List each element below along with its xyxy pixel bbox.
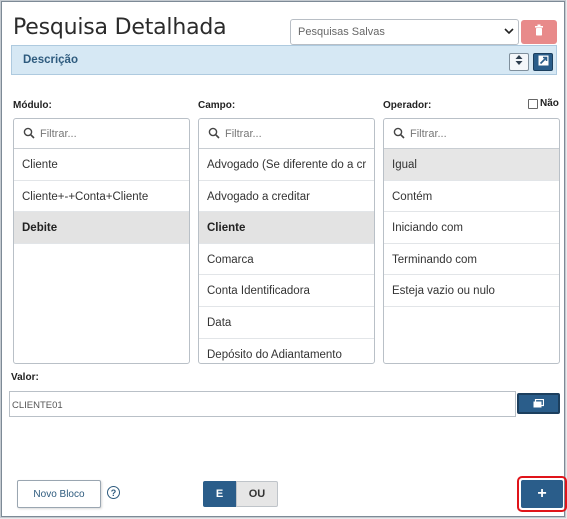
nao-checkbox[interactable]: Não xyxy=(528,98,559,109)
list-item[interactable]: Iniciando com xyxy=(384,212,559,244)
trash-icon xyxy=(534,23,544,41)
list-item-selected[interactable]: Debite xyxy=(14,212,189,244)
page-title: Pesquisa Detalhada xyxy=(13,15,227,40)
search-icon xyxy=(23,127,35,139)
campo-filter-input[interactable] xyxy=(225,125,365,143)
campo-list: Advogado (Se diferente do a cr Advogado … xyxy=(198,118,375,364)
saved-searches-value: Pesquisas Salvas xyxy=(298,26,385,38)
list-item[interactable]: Comarca xyxy=(199,244,374,276)
nao-checkbox-label: Não xyxy=(540,98,559,109)
detailed-search-panel: Pesquisa Detalhada Pesquisas Salvas Desc… xyxy=(1,1,567,517)
modulo-filter xyxy=(14,119,189,149)
and-toggle-button[interactable]: E xyxy=(203,481,236,507)
expand-icon xyxy=(538,53,549,71)
list-item[interactable]: Terminando com xyxy=(384,244,559,276)
description-bar: Descrição xyxy=(11,45,557,75)
list-item[interactable]: Esteja vazio ou nulo xyxy=(384,275,559,307)
or-toggle-button[interactable]: OU xyxy=(236,481,278,507)
list-item[interactable]: Advogado a creditar xyxy=(199,181,374,213)
saved-searches-select[interactable]: Pesquisas Salvas xyxy=(290,19,519,45)
campo-filter xyxy=(199,119,374,149)
operador-filter xyxy=(384,119,559,149)
list-item[interactable]: Cliente+-+Conta+Cliente xyxy=(14,181,189,213)
delete-saved-search-button[interactable] xyxy=(521,20,557,44)
search-icon xyxy=(208,127,220,139)
list-item[interactable]: Contém xyxy=(384,181,559,213)
description-label: Descrição xyxy=(23,54,78,66)
search-icon xyxy=(393,127,405,139)
modulo-list: Cliente Cliente+-+Conta+Cliente Debite xyxy=(13,118,190,364)
campo-label: Campo: xyxy=(198,100,236,111)
valor-label: Valor: xyxy=(11,372,39,383)
operador-label: Operador: xyxy=(383,100,432,111)
modulo-label: Módulo: xyxy=(13,100,52,111)
sort-toggle-button[interactable] xyxy=(509,53,529,71)
novo-bloco-button[interactable]: Novo Bloco xyxy=(17,480,101,508)
nao-checkbox-box[interactable] xyxy=(528,98,538,109)
expand-description-button[interactable] xyxy=(533,53,553,71)
list-item[interactable]: Data xyxy=(199,307,374,339)
valor-input[interactable]: CLIENTE01 xyxy=(9,391,516,417)
list-item-selected[interactable]: Cliente xyxy=(199,212,374,244)
window-icon xyxy=(533,395,545,413)
operador-list: Igual Contém Iniciando com Terminando co… xyxy=(383,118,560,364)
modulo-filter-input[interactable] xyxy=(40,125,180,143)
list-item[interactable]: Advogado (Se diferente do a cr xyxy=(199,149,374,181)
operador-filter-input[interactable] xyxy=(410,125,550,143)
valor-lookup-button[interactable] xyxy=(517,393,560,414)
add-condition-button[interactable]: + xyxy=(521,480,563,508)
list-item[interactable]: Depósito do Adiantamento xyxy=(199,339,374,363)
add-condition-highlight: + xyxy=(517,476,567,512)
list-item[interactable]: Conta Identificadora xyxy=(199,275,374,307)
sort-icon xyxy=(514,53,524,71)
list-item[interactable]: Cliente xyxy=(14,149,189,181)
help-icon[interactable]: ? xyxy=(107,486,120,499)
chevron-down-icon xyxy=(504,25,514,40)
list-item-selected[interactable]: Igual xyxy=(384,149,559,181)
